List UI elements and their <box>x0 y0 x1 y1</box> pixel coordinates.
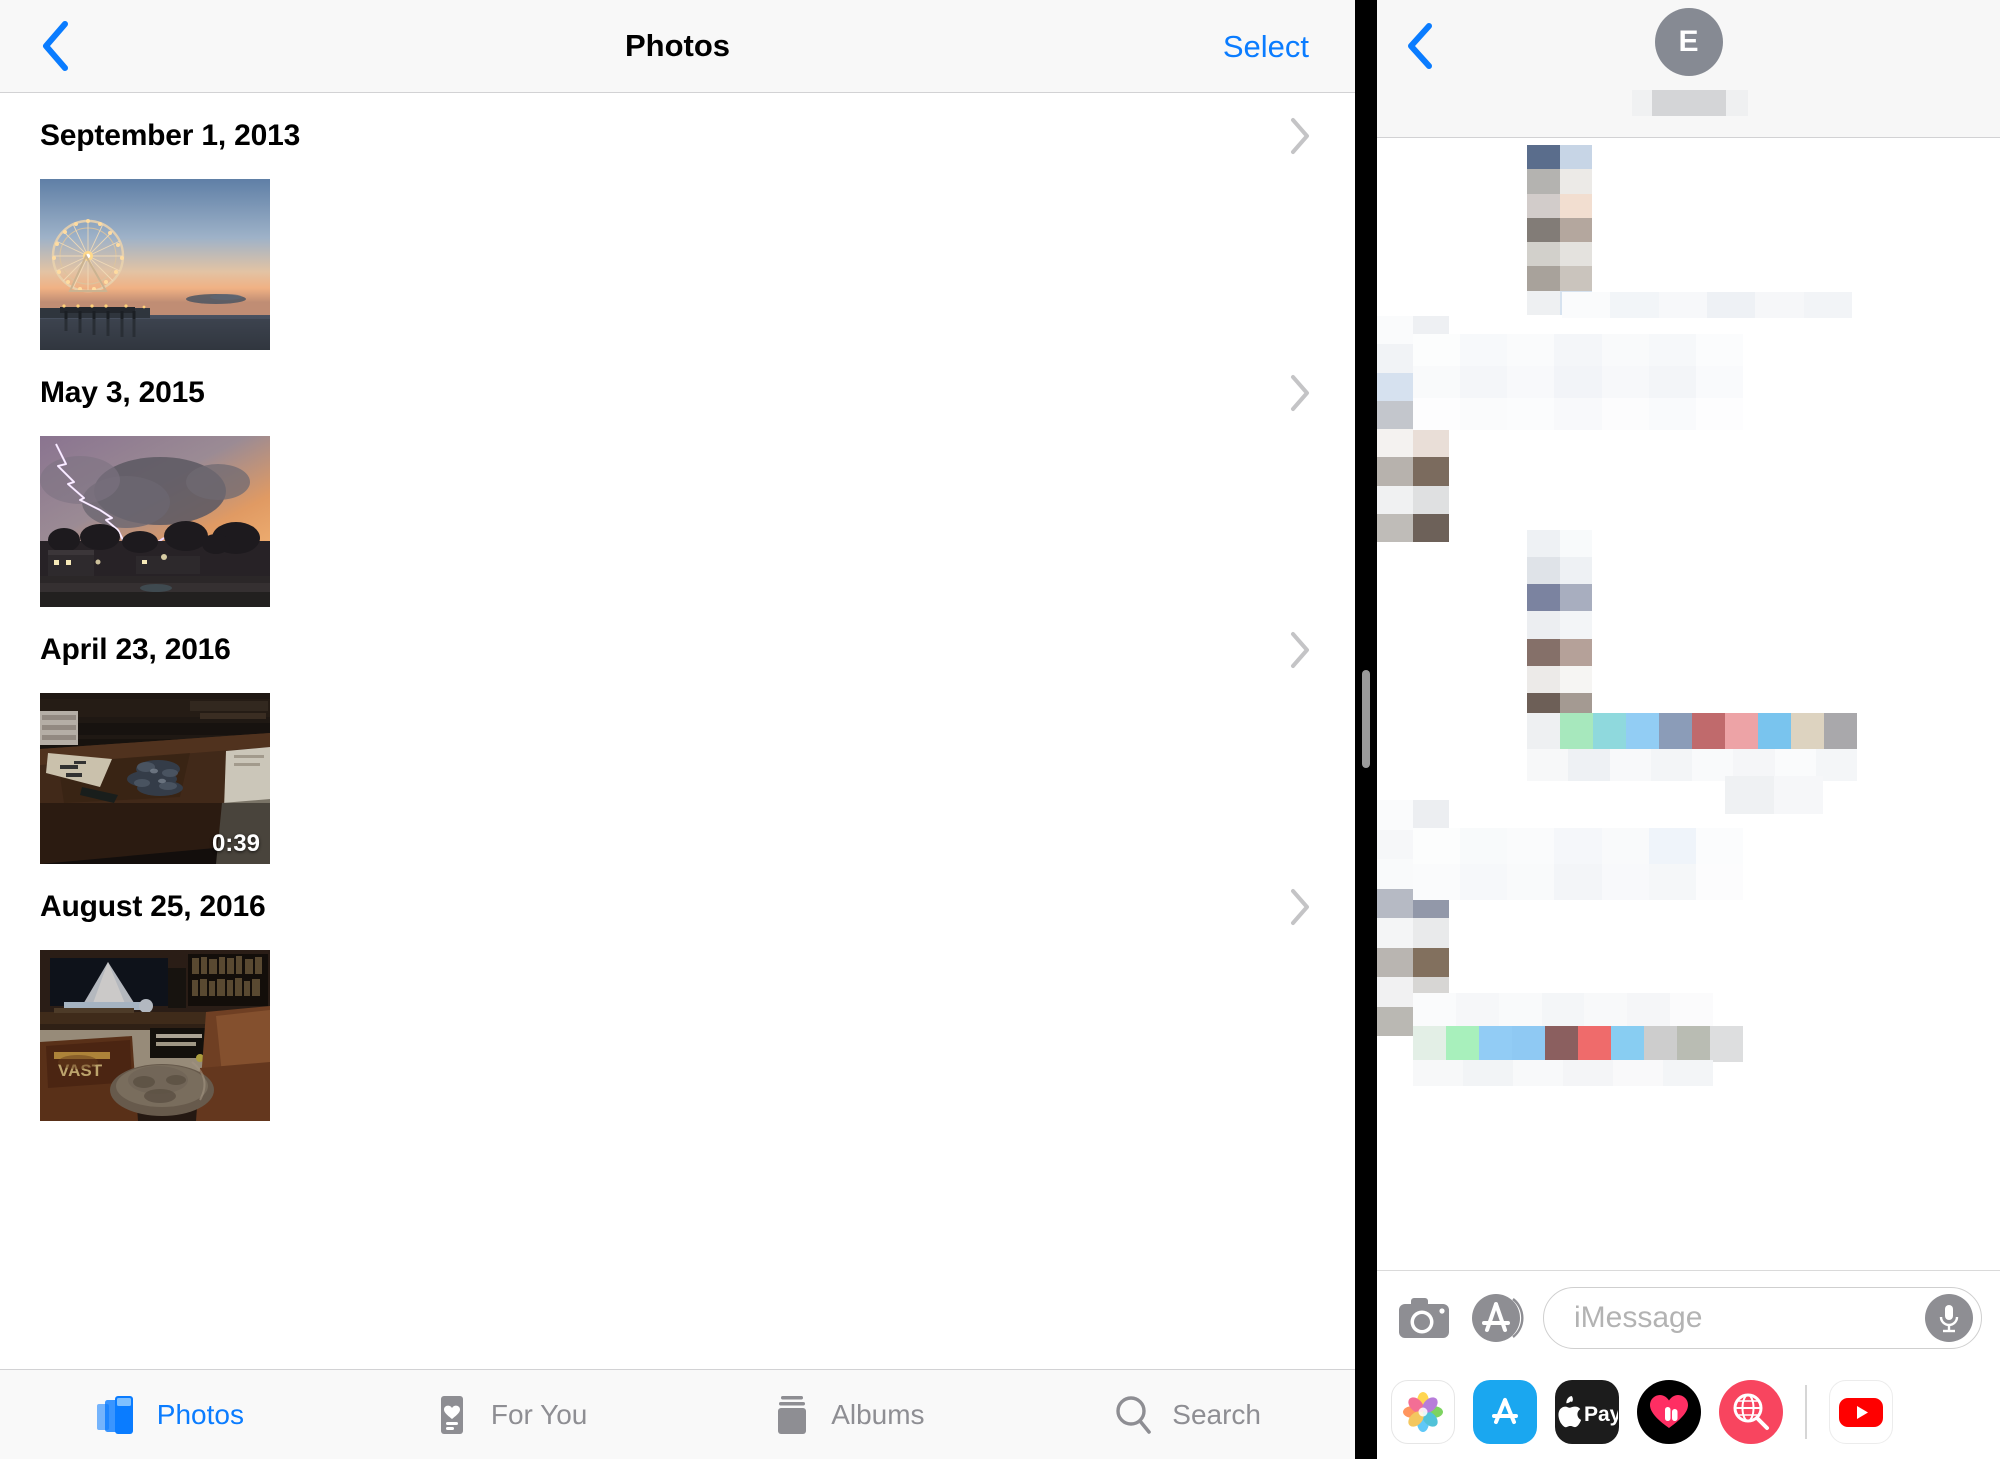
photos-tab-bar: Photos For You Albums Search <box>0 1369 1355 1459</box>
redacted-message-bubble[interactable] <box>1413 334 1743 430</box>
photos-flower-icon <box>1403 1392 1443 1432</box>
moment-thumbnails: 0:39 <box>0 693 1355 864</box>
page-title: Photos <box>624 28 731 63</box>
magnifier-icon <box>1116 1395 1152 1434</box>
tab-label: For You <box>490 1398 588 1430</box>
moment-header[interactable]: May 3, 2015 <box>0 350 1355 436</box>
for-you-heart-card-icon <box>440 1395 463 1434</box>
lightning-storm-photo <box>40 436 270 607</box>
imessage-placeholder: iMessage <box>1574 1301 1703 1334</box>
living-room-projector-photo: VAST <box>40 950 270 1121</box>
photos-moments-list[interactable]: September 1, 2013 May 3, 2015 April 23, … <box>0 93 1355 1369</box>
imessage-app-drawer: Pay <box>1377 1365 2000 1459</box>
split-view-divider <box>1355 0 1377 1459</box>
moment-thumbnails: VAST <box>0 950 1355 1121</box>
youtube-play-icon <box>1839 1398 1883 1427</box>
app-store-app-icon[interactable] <box>1473 1380 1537 1444</box>
apple-pay-logo: Pay <box>1558 1396 1618 1428</box>
redacted-message-bubble[interactable] <box>1527 145 1592 315</box>
moment-section: May 3, 2015 <box>0 350 1355 607</box>
photos-stack-icon <box>96 1395 133 1434</box>
moment-section: April 23, 2016 0:39 <box>0 607 1355 864</box>
apple-pay-app-icon[interactable]: Pay <box>1555 1380 1619 1444</box>
tab-for-you[interactable]: For You <box>339 1370 678 1459</box>
drawer-divider <box>1805 1385 1807 1439</box>
message-thread[interactable] <box>1377 138 2000 1270</box>
video-thumbnail[interactable]: 0:39 <box>40 693 270 864</box>
app-store-button[interactable] <box>1469 1289 1527 1347</box>
photos-app-icon[interactable] <box>1391 1380 1455 1444</box>
globe-magnifier-icon <box>1733 1393 1769 1430</box>
svg-text:Pay: Pay <box>1584 1403 1618 1426</box>
chevron-right-icon <box>1291 118 1309 154</box>
digital-touch-app-icon[interactable] <box>1637 1380 1701 1444</box>
back-button[interactable] <box>0 0 110 93</box>
camera-icon <box>1399 1298 1449 1338</box>
app-store-a-icon <box>1492 1398 1518 1424</box>
split-view-root: Photos Select September 1, 2013 May 3, 2… <box>0 0 2000 1459</box>
tab-search[interactable]: Search <box>1016 1370 1355 1459</box>
message-composer: iMessage <box>1377 1270 2000 1365</box>
moment-thumbnails <box>0 179 1355 350</box>
chevron-left-icon <box>43 21 68 71</box>
redacted-message-bubble[interactable] <box>1413 828 1743 900</box>
microphone-icon <box>1939 1305 1959 1333</box>
moment-date: September 1, 2013 <box>40 119 301 152</box>
redacted-message-bubble-colorful[interactable] <box>1413 1026 1743 1062</box>
photo-thumbnail[interactable]: VAST <box>40 950 270 1121</box>
moment-section: August 25, 2016 VAST <box>0 864 1355 1121</box>
tab-label: Photos <box>156 1398 244 1430</box>
imessage-input[interactable]: iMessage <box>1543 1287 1982 1349</box>
moment-header[interactable]: August 25, 2016 <box>0 864 1355 950</box>
moment-date: May 3, 2015 <box>40 376 205 409</box>
tab-photos[interactable]: Photos <box>0 1370 339 1459</box>
moment-section: September 1, 2013 <box>0 93 1355 350</box>
redacted-message-bubble[interactable] <box>1725 776 1823 814</box>
ferris-wheel-sunset-photo <box>40 179 270 350</box>
moment-header[interactable]: September 1, 2013 <box>0 93 1355 179</box>
images-search-app-icon[interactable] <box>1719 1380 1783 1444</box>
photo-thumbnail[interactable] <box>40 179 270 350</box>
chevron-left-icon <box>1408 23 1432 69</box>
chevron-right-icon <box>1291 375 1309 411</box>
redacted-message-bubble[interactable] <box>1413 993 1713 1029</box>
back-button[interactable] <box>1377 0 1463 110</box>
split-view-drag-handle[interactable] <box>1362 670 1370 768</box>
video-duration-badge: 0:39 <box>211 830 260 857</box>
redacted-message-bubble[interactable] <box>1527 530 1592 720</box>
camera-button[interactable] <box>1395 1289 1453 1347</box>
chevron-right-icon <box>1291 632 1309 668</box>
chevron-right-icon <box>1291 889 1309 925</box>
dictation-button[interactable] <box>1925 1294 1973 1342</box>
albums-stack-icon <box>778 1395 807 1434</box>
youtube-app-icon[interactable] <box>1829 1380 1893 1444</box>
messages-app-pane: E iMessage Pay <box>1377 0 2000 1459</box>
select-button[interactable]: Select <box>1223 0 1309 93</box>
moment-date: April 23, 2016 <box>40 633 231 666</box>
moment-thumbnails <box>0 436 1355 607</box>
contact-name-redacted <box>1651 90 1726 116</box>
redacted-message-bubble[interactable] <box>1562 292 1852 318</box>
avatar: E <box>1654 8 1723 76</box>
app-store-icon <box>1472 1294 1524 1342</box>
tab-albums[interactable]: Albums <box>678 1370 1017 1459</box>
heart-with-fingers-icon <box>1650 1395 1688 1428</box>
messages-header: E <box>1377 0 2000 138</box>
redacted-message-bubble-colorful[interactable] <box>1527 713 1857 751</box>
moment-header[interactable]: April 23, 2016 <box>0 607 1355 693</box>
tab-label: Search <box>1172 1398 1261 1430</box>
photos-app-pane: Photos Select September 1, 2013 May 3, 2… <box>0 0 1355 1459</box>
conversation-contact[interactable]: E <box>1377 8 2000 116</box>
photo-thumbnail[interactable] <box>40 436 270 607</box>
photos-nav-bar: Photos Select <box>0 0 1355 93</box>
moment-date: August 25, 2016 <box>40 890 266 923</box>
redacted-message-bubble[interactable] <box>1413 1060 1713 1086</box>
tab-label: Albums <box>831 1398 925 1430</box>
